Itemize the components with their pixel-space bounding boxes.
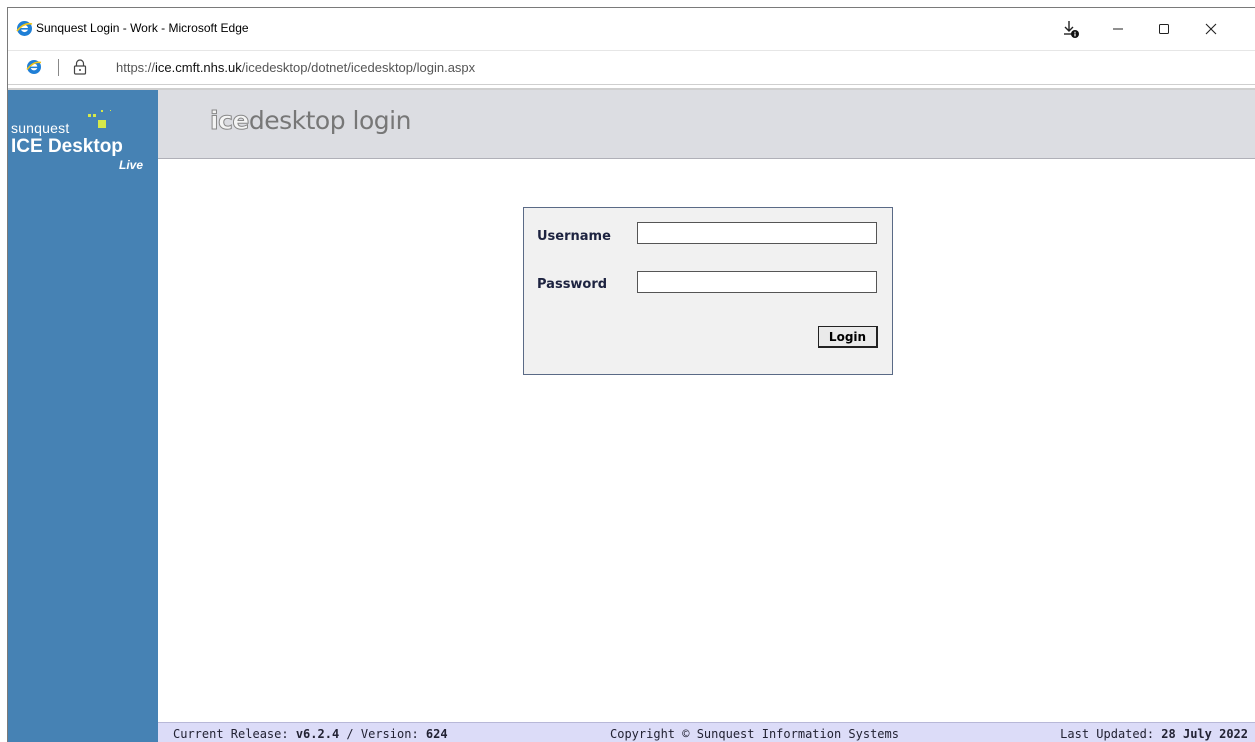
- password-label: Password: [537, 277, 608, 292]
- login-form: Username Password Login: [523, 207, 893, 375]
- page-title-ice: ice: [210, 106, 250, 136]
- address-separator: [58, 59, 59, 76]
- updated-label: Last Updated:: [1060, 727, 1155, 741]
- url-path: /icedesktop/dotnet/icedesktop/login.aspx: [241, 60, 476, 75]
- maximize-button[interactable]: [1141, 8, 1187, 50]
- password-input[interactable]: [637, 271, 877, 293]
- url-host: ice.cmft.nhs.uk: [155, 60, 242, 75]
- close-button[interactable]: [1188, 8, 1234, 50]
- page-title-rest: desktop login: [248, 106, 412, 135]
- url-prefix: https://: [116, 60, 156, 75]
- version-value: 624: [425, 727, 448, 741]
- lock-icon[interactable]: [73, 59, 87, 75]
- username-input[interactable]: [637, 222, 877, 244]
- ice-desktop-logo-text: ICE Desktop: [11, 136, 123, 157]
- minimize-icon: [1113, 28, 1123, 30]
- close-icon: [1205, 23, 1217, 35]
- edge-ie-icon: [16, 21, 33, 36]
- release-info: Current Release: v6.2.4 / Version: 624: [173, 727, 448, 741]
- sidebar: sunquest ICE Desktop Live: [8, 90, 158, 742]
- status-footer: Current Release: v6.2.4 / Version: 624 C…: [158, 722, 1255, 742]
- release-label: Current Release:: [173, 727, 289, 741]
- browser-window: Sunquest Login - Work - Microsoft Edge h…: [7, 7, 1255, 742]
- page-title: icedesktop login: [210, 106, 412, 136]
- updated-value: 28 July 2022: [1161, 727, 1248, 741]
- live-tag: Live: [119, 158, 144, 172]
- last-updated: Last Updated: 28 July 2022: [1060, 727, 1248, 741]
- address-bar: https://ice.cmft.nhs.uk/icedesktop/dotne…: [8, 50, 1255, 85]
- download-icon: [1064, 21, 1079, 38]
- title-bar: Sunquest Login - Work - Microsoft Edge: [8, 8, 1255, 50]
- window-title: Sunquest Login - Work - Microsoft Edge: [36, 21, 249, 35]
- release-value: v6.2.4: [295, 727, 340, 741]
- page-header: icedesktop login: [158, 90, 1255, 159]
- version-label: / Version:: [346, 727, 419, 741]
- maximize-icon: [1159, 24, 1169, 34]
- ie-mode-icon: [26, 60, 42, 74]
- login-button[interactable]: Login: [818, 326, 878, 348]
- page-content: sunquest ICE Desktop Live icedesktop log…: [8, 88, 1255, 742]
- minimize-button[interactable]: [1095, 8, 1141, 50]
- username-label: Username: [537, 229, 611, 244]
- sunquest-logo-text: sunquest: [11, 120, 70, 136]
- copyright-text: Copyright © Sunquest Information Systems: [610, 727, 899, 741]
- address-url[interactable]: https://ice.cmft.nhs.uk/icedesktop/dotne…: [116, 60, 475, 75]
- download-button[interactable]: [1048, 8, 1094, 50]
- sunquest-logo-dots-icon: [88, 110, 111, 128]
